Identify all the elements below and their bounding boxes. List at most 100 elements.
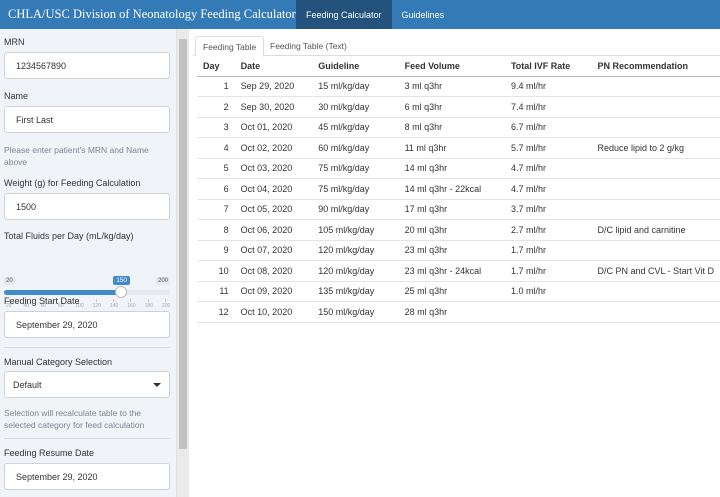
column-header-date[interactable]: Date xyxy=(234,56,313,77)
scrollbar-thumb[interactable] xyxy=(179,39,187,449)
cell-feed-volume: 28 ml q3hr xyxy=(398,301,505,323)
weight-input[interactable]: 1500 xyxy=(4,193,170,220)
table-row: 2 Sep 30, 2020 30 ml/kg/day 6 ml q3hr 7.4 ml… xyxy=(197,96,720,118)
table-row: 8 Oct 06, 2020 105 ml/kg/day 20 ml q3hr 2.7 … xyxy=(197,219,720,241)
cell-day: 5 xyxy=(197,158,235,179)
cell-ivf-rate: 1.7 ml/hr xyxy=(504,260,592,282)
nav-tab-feeding-calculator[interactable]: Feeding Calculator xyxy=(296,0,392,29)
cell-guideline: 60 ml/kg/day xyxy=(312,137,399,159)
chevron-down-icon xyxy=(153,382,161,387)
fluids-label: Total Fluids per Day (mL/kg/day) xyxy=(4,231,134,241)
name-label: Name xyxy=(4,91,29,101)
fluids-slider[interactable]: 20 200 150 20 40 60 80 100 120 140 160 180 200 xyxy=(4,273,170,313)
cell-pn-recommendation: D/C lipid and carnitine xyxy=(591,219,720,241)
cell-feed-volume: 3 ml q3hr xyxy=(398,76,505,97)
table-header-row: Day Date Guideline Feed Volume Total IVF… xyxy=(197,56,720,77)
slider-max-label: 200 xyxy=(155,277,170,285)
app-title[interactable]: CHLA/USC Division of Neonatology Feeding… xyxy=(0,0,296,29)
table-row: 6 Oct 04, 2020 75 ml/kg/day 14 ml q3hr - 22… xyxy=(197,178,720,200)
slider-min-label: 20 xyxy=(4,277,15,285)
table-row: 3 Oct 01, 2020 45 ml/kg/day 8 ml q3hr 6.7 ml… xyxy=(197,117,720,138)
cell-day: 4 xyxy=(197,137,235,159)
cell-date: Oct 03, 2020 xyxy=(234,158,313,179)
weight-label: Weight (g) for Feeding Calculation xyxy=(4,178,141,188)
cell-ivf-rate xyxy=(504,301,592,323)
cell-day: 1 xyxy=(197,76,235,97)
cell-ivf-rate: 2.7 ml/hr xyxy=(504,219,592,241)
navbar: CHLA/USC Division of Neonatology Feeding… xyxy=(0,0,720,29)
cell-guideline: 120 ml/kg/day xyxy=(312,240,399,261)
cell-day: 6 xyxy=(197,178,235,200)
cell-date: Oct 08, 2020 xyxy=(234,260,313,282)
cell-pn-recommendation xyxy=(591,240,720,261)
cell-pn-recommendation xyxy=(591,301,720,323)
slider-grid-label: 180 xyxy=(144,303,153,309)
start-date-input[interactable]: September 29, 2020 xyxy=(4,311,170,338)
table-row: 12 Oct 10, 2020 150 ml/kg/day 28 ml q3hr xyxy=(197,301,720,323)
cell-pn-recommendation xyxy=(591,96,720,118)
cell-guideline: 135 ml/kg/day xyxy=(312,281,399,302)
cell-guideline: 45 ml/kg/day xyxy=(312,117,399,138)
column-header-pn-recommendation[interactable]: PN Recommendation xyxy=(591,56,720,77)
slider-grid-tick xyxy=(95,299,97,302)
table-body: 1 Sep 29, 2020 15 ml/kg/day 3 ml q3hr 9.4 ml… xyxy=(197,76,720,323)
column-header-guideline[interactable]: Guideline xyxy=(312,56,399,77)
slider-grid-tick xyxy=(165,299,166,302)
cell-feed-volume: 11 ml q3hr xyxy=(398,137,505,159)
cell-pn-recommendation xyxy=(591,178,720,200)
slider-grid-label: 120 xyxy=(92,303,101,309)
cell-pn-recommendation xyxy=(591,199,720,220)
table-row: 5 Oct 03, 2020 75 ml/kg/day 14 ml q3hr 4.7 m… xyxy=(197,158,720,179)
cell-feed-volume: 23 ml q3hr - 24kcal xyxy=(398,260,505,282)
tab-feeding-table[interactable]: Feeding Table xyxy=(195,36,265,57)
cell-feed-volume: 14 ml q3hr xyxy=(398,158,505,179)
cell-ivf-rate: 1.0 ml/hr xyxy=(504,281,592,302)
cell-guideline: 120 ml/kg/day xyxy=(312,260,399,282)
slider-grid-label: 140 xyxy=(110,303,119,309)
cell-date: Oct 09, 2020 xyxy=(234,281,313,302)
column-header-day[interactable]: Day xyxy=(197,56,235,77)
column-header-feed-volume[interactable]: Feed Volume xyxy=(398,56,505,77)
sidebar-scrollbar[interactable] xyxy=(177,29,189,497)
name-input[interactable]: First Last xyxy=(4,106,170,133)
mrn-input[interactable]: 1234567890 xyxy=(4,52,170,79)
cell-date: Oct 07, 2020 xyxy=(234,240,313,261)
cell-guideline: 90 ml/kg/day xyxy=(312,199,399,220)
resume-date-label: Feeding Resume Date xyxy=(4,448,95,458)
cell-guideline: 75 ml/kg/day xyxy=(312,158,399,179)
cell-date: Oct 04, 2020 xyxy=(234,178,313,200)
table-row: 7 Oct 05, 2020 90 ml/kg/day 17 ml q3hr 3.7 m… xyxy=(197,199,720,220)
tab-feeding-table-text[interactable]: Feeding Table (Text) xyxy=(263,36,354,56)
cell-feed-volume: 17 ml q3hr xyxy=(398,199,505,220)
slider-grid-label: 160 xyxy=(127,303,136,309)
cell-date: Oct 05, 2020 xyxy=(234,199,313,220)
cell-feed-volume: 8 ml q3hr xyxy=(398,117,505,138)
cell-guideline: 150 ml/kg/day xyxy=(312,301,399,323)
slider-handle[interactable] xyxy=(115,286,128,298)
cell-pn-recommendation: D/C PN and CVL - Start Vit D xyxy=(591,260,720,282)
cell-guideline: 30 ml/kg/day xyxy=(312,96,399,118)
resume-date-input[interactable]: September 29, 2020 xyxy=(4,463,170,490)
slider-grid-tick xyxy=(113,299,114,302)
table-row: 9 Oct 07, 2020 120 ml/kg/day 23 ml q3hr 1.7 … xyxy=(197,240,720,261)
category-select[interactable]: Default xyxy=(4,371,170,398)
cell-pn-recommendation xyxy=(591,158,720,179)
cell-feed-volume: 23 ml q3hr xyxy=(398,240,505,261)
cell-feed-volume: 6 ml q3hr xyxy=(398,96,505,118)
cell-pn-recommendation: Reduce lipid to 2 g/kg xyxy=(591,137,720,159)
slider-fill xyxy=(4,290,122,295)
category-label: Manual Category Selection xyxy=(4,357,113,367)
cell-date: Sep 29, 2020 xyxy=(234,76,313,97)
cell-ivf-rate: 6.7 ml/hr xyxy=(504,117,592,138)
feeding-table: Day Date Guideline Feed Volume Total IVF… xyxy=(197,56,720,323)
cell-date: Sep 30, 2020 xyxy=(234,96,313,118)
sidebar-panel: MRN 1234567890 Name First Last Please en… xyxy=(0,29,177,497)
cell-day: 7 xyxy=(197,199,235,220)
cell-ivf-rate: 4.7 ml/hr xyxy=(504,158,592,179)
cell-day: 11 xyxy=(197,281,235,302)
slider-grid-label: 200 xyxy=(162,303,171,309)
tab-bar: Feeding Table Feeding Table (Text) xyxy=(193,36,720,57)
nav-tab-guidelines[interactable]: Guidelines xyxy=(392,0,455,29)
column-header-total-ivf-rate[interactable]: Total IVF Rate xyxy=(504,56,592,77)
table-row: 11 Oct 09, 2020 135 ml/kg/day 25 ml q3hr 1.0… xyxy=(197,281,720,302)
